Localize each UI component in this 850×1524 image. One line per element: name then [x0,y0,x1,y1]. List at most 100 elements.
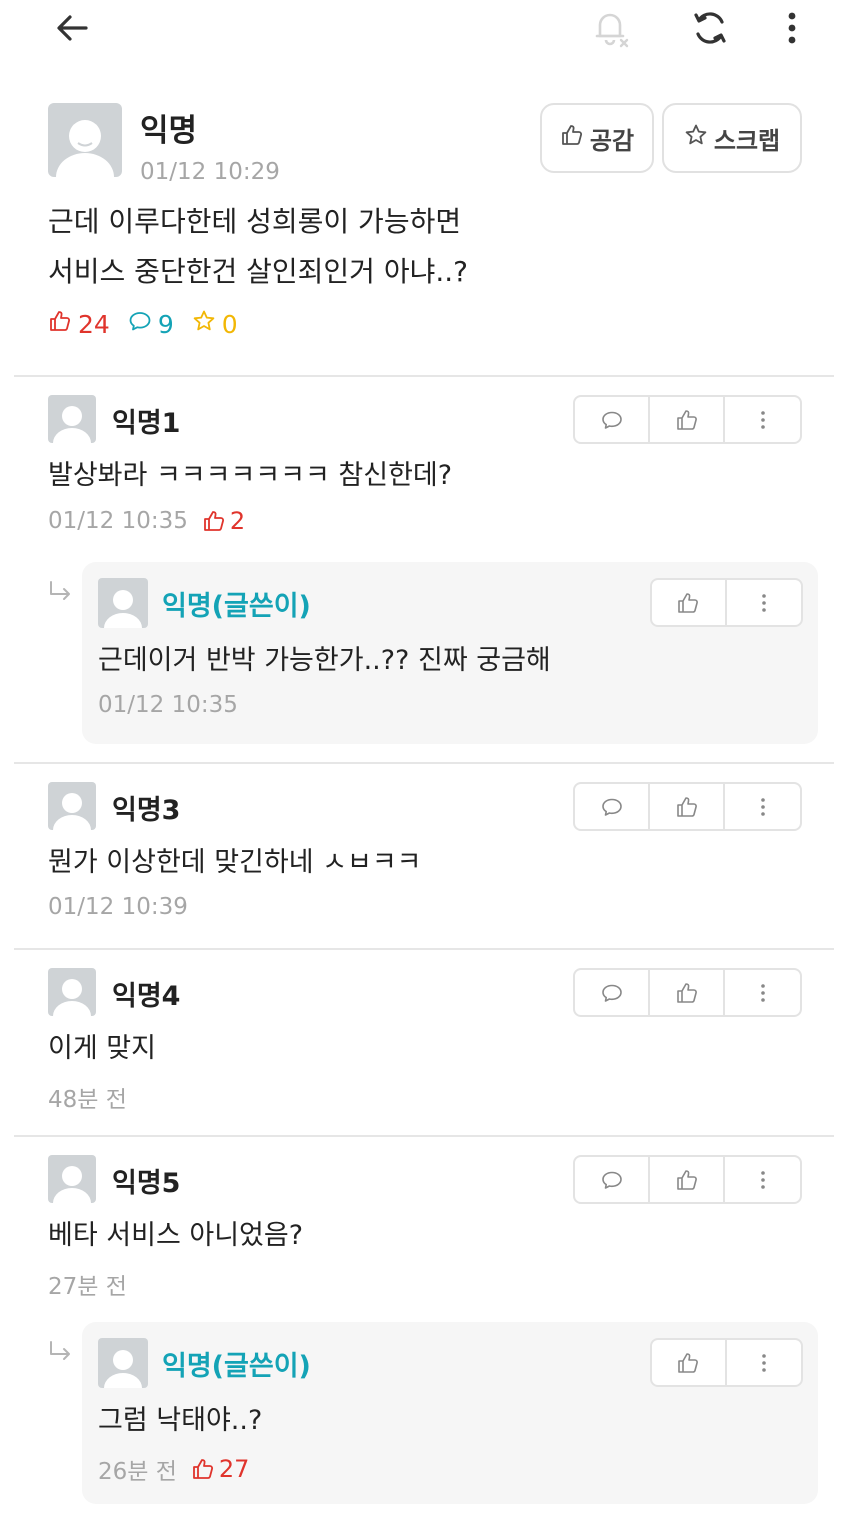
reply-arrow-icon [48,580,74,606]
vote-button[interactable] [650,784,726,829]
avatar [48,968,96,1016]
reply-meta: 01/12 10:35 [98,692,238,718]
more-vertical-icon[interactable] [770,6,814,50]
more-vertical-icon [760,983,765,1002]
scrap-count: 0 [192,309,238,339]
reply-button[interactable] [575,1157,651,1202]
comment-meta: 01/12 10:35 2 [48,507,245,535]
comment-text: 발상봐라 ㅋㅋㅋㅋㅋㅋㅋ 참신한데? [48,460,453,491]
comment-more-button[interactable] [725,397,800,442]
comment-text: 뭔가 이상한데 맞긴하네 ㅅㅂㅋㅋ [48,847,422,878]
comment-more-button[interactable] [725,1157,800,1202]
comment-actions [573,395,802,444]
reply-actions [650,578,803,627]
reply-author: 익명(글쓴이) [162,591,311,622]
scrap-count-value: 0 [221,309,238,339]
reply-arrow-icon [48,1340,74,1366]
more-vertical-icon [761,593,766,612]
reply-vote-count: 27 [191,1455,250,1483]
reply-time: 01/12 10:35 [98,692,238,718]
reply-item: 익명(글쓴이) 근데이거 반박 가능한가..?? 진짜 궁금해 01/12 10… [82,562,818,744]
comment-author: 익명3 [112,795,181,826]
reply-author: 익명(글쓴이) [162,1351,311,1382]
comment-meta: 48분 전 [48,1080,127,1114]
comment-text: 이게 맞지 [48,1033,156,1064]
thumbs-up-icon [676,982,697,1003]
reply-actions [650,1338,803,1387]
comment-meta: 27분 전 [48,1267,127,1301]
reply-button[interactable] [575,397,651,442]
thumbs-up-icon [193,1459,213,1479]
comment-bubble-icon [128,309,152,339]
comment-time: 01/12 10:35 [48,508,188,534]
reply-button[interactable] [575,970,651,1015]
scrap-button[interactable]: 스크랩 [662,103,802,173]
comment-time: 48분 전 [48,1087,127,1113]
comment-text: 베타 서비스 아니었음? [48,1220,304,1251]
vote-button[interactable] [650,397,726,442]
like-button[interactable]: 공감 [540,103,654,173]
reply-button[interactable] [575,784,651,829]
top-bar [0,0,850,60]
comment-more-button[interactable] [725,970,800,1015]
comment-bubble-icon [601,798,622,816]
divider [14,948,834,950]
reply-more-button[interactable] [727,1340,801,1385]
like-count: 24 [48,309,110,339]
comment-vote-count: 2 [202,507,245,535]
post-body-line: 서비스 중단한건 살인죄인거 아냐..? [48,255,469,288]
comment-time: 01/12 10:39 [48,894,188,920]
post-author: 익명 [140,113,198,149]
reply-meta: 26분 전 27 [98,1452,249,1486]
reply-more-button[interactable] [727,580,801,625]
more-vertical-icon [760,1170,765,1189]
comment-count-value: 9 [157,309,174,339]
reply-time: 26분 전 [98,1459,177,1485]
thumbs-up-icon [678,1352,699,1373]
post-stats: 24 9 0 [48,309,238,339]
thumbs-up-icon [48,309,72,339]
more-vertical-icon [760,410,765,429]
avatar [48,103,122,177]
like-button-label: 공감 [589,126,635,155]
comment-author: 익명5 [112,1168,181,1199]
refresh-icon[interactable] [688,6,732,50]
thumbs-up-icon [676,409,697,430]
comment-more-button[interactable] [725,784,800,829]
comment-author: 익명1 [112,408,181,439]
thumbs-up-icon [203,511,224,531]
star-icon [684,123,708,153]
thumbs-up-icon [560,123,584,153]
comment-bubble-icon [601,411,622,429]
comment-item: 익명4 이게 맞지 48분 전 [48,968,808,1118]
more-vertical-icon [761,1353,766,1372]
notification-off-icon[interactable] [588,6,632,50]
avatar [48,1155,96,1203]
comment-actions [573,1155,802,1204]
comment-item: 익명3 뭔가 이상한데 맞긴하네 ㅅㅂㅋㅋ 01/12 10:39 [48,782,808,932]
vote-button[interactable] [652,580,727,625]
comment-item: 익명5 베타 서비스 아니었음? 27분 전 [48,1155,808,1305]
reply-vote-value: 27 [218,1455,250,1483]
comment-bubble-icon [601,984,622,1002]
like-count-value: 24 [78,309,110,339]
comment-actions [573,968,802,1017]
comment-count: 9 [128,309,174,339]
thumbs-up-icon [676,796,697,817]
post-body: 근데 이루다한테 성희롱이 가능하면 서비스 중단한건 살인죄인거 아냐..? [48,197,468,297]
reply-item: 익명(글쓴이) 그럼 낙태야..? 26분 전 27 [82,1322,818,1504]
divider [14,375,834,377]
reply-text: 그럼 낙태야..? [98,1405,263,1436]
thumbs-up-icon [676,1169,697,1190]
vote-button[interactable] [650,1157,726,1202]
comment-actions [573,782,802,831]
vote-button[interactable] [652,1340,727,1385]
avatar [98,578,148,628]
reply-text: 근데이거 반박 가능한가..?? 진짜 궁금해 [98,645,551,676]
comment-time: 27분 전 [48,1274,127,1300]
divider [14,762,834,764]
vote-button[interactable] [650,970,726,1015]
scrap-button-label: 스크랩 [713,126,781,155]
comment-vote-value: 2 [229,507,246,535]
back-arrow-icon[interactable] [50,6,94,50]
